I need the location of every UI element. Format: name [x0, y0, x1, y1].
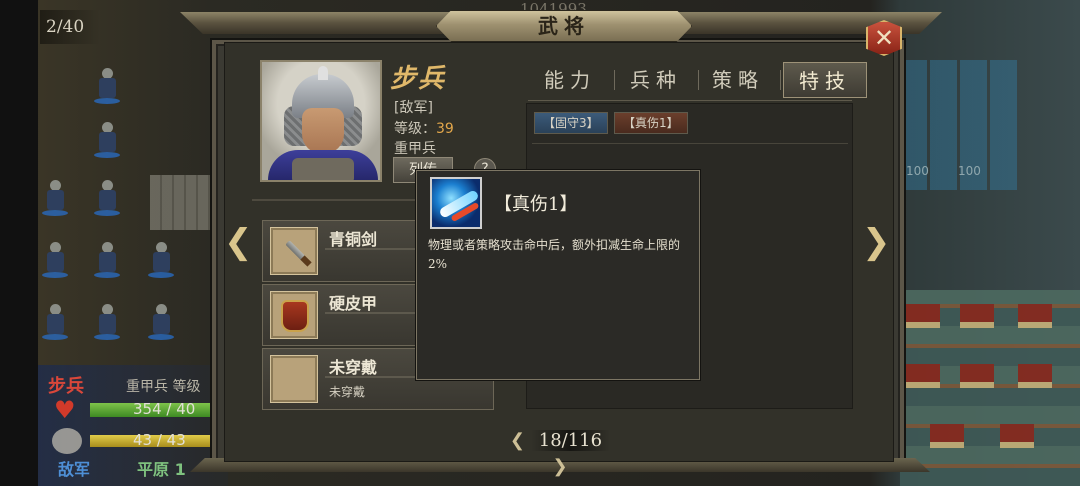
soldier-unit[interactable]: [94, 180, 120, 220]
equipment-icon-frame: [270, 227, 318, 275]
general-level: 等级：39: [394, 118, 454, 138]
skill-chip-defense[interactable]: 【固守3】: [534, 112, 608, 134]
tab-special-skill[interactable]: 特技: [783, 62, 867, 98]
grid-number: 100: [958, 164, 981, 178]
equipment-name: 未穿戴: [329, 358, 378, 377]
soldier-unit[interactable]: [148, 242, 174, 282]
house: [930, 424, 964, 448]
town-buildings: [900, 290, 1080, 486]
soldier-unit[interactable]: [42, 180, 68, 220]
house: [1000, 424, 1034, 448]
tab-underline: [528, 100, 852, 101]
soldier-unit[interactable]: [94, 304, 120, 344]
skill-slash-icon: [430, 177, 482, 229]
tab-bar: 能力 兵种 策略 特技: [528, 62, 868, 98]
close-button[interactable]: ✕: [866, 20, 902, 56]
house: [906, 364, 940, 388]
unit-name: 步兵: [48, 376, 84, 397]
tooltip-title: 【真伤1】: [494, 194, 578, 215]
house: [960, 364, 994, 388]
tab-strategy[interactable]: 策略: [698, 62, 778, 98]
armor-icon: [281, 300, 309, 332]
pager-text: 18/116: [530, 430, 611, 451]
mp-text: 43 / 43: [133, 431, 186, 449]
skill-divider: [532, 143, 848, 144]
unit-faction: 敌军: [58, 460, 91, 479]
general-name: 步兵: [390, 64, 447, 94]
unit-info: 重甲兵 等级: [126, 379, 201, 395]
heart-icon: ♥: [54, 396, 76, 424]
soldier-unit[interactable]: [94, 122, 120, 162]
equipment-sub: 未穿戴: [329, 385, 366, 399]
house: [906, 304, 940, 328]
tab-ability[interactable]: 能力: [530, 62, 610, 98]
city-wall: [150, 175, 210, 230]
dialog-title: 武将: [538, 14, 590, 38]
tooltip-description: 物理或者策略攻击命中后，额外扣减生命上限的2%: [428, 238, 681, 271]
house: [1018, 304, 1052, 328]
empty-slot-icon: [270, 355, 318, 403]
skill-chip-true-damage[interactable]: 【真伤1】: [614, 112, 688, 134]
general-portrait: [260, 60, 382, 182]
prev-general-arrow-icon[interactable]: ❮: [224, 222, 253, 262]
unit-terrain: 平原 1: [137, 460, 186, 479]
hp-text: 354 / 40: [133, 400, 196, 418]
pager-prev-icon[interactable]: ❮: [510, 430, 525, 451]
soldier-unit[interactable]: [42, 242, 68, 282]
left-edge: [0, 0, 38, 486]
soldier-unit[interactable]: [148, 304, 174, 344]
soldier-unit[interactable]: [42, 304, 68, 344]
general-unit-type: 重甲兵: [394, 141, 436, 157]
next-general-arrow-icon[interactable]: ❯: [862, 222, 891, 262]
level-label: 等级：: [394, 121, 436, 137]
wing-icon: [52, 428, 82, 454]
house: [960, 304, 994, 328]
tab-separator: [780, 70, 781, 90]
close-x-icon: ✕: [873, 24, 895, 52]
equipment-name: 青铜剑: [329, 230, 378, 249]
tab-troop-type[interactable]: 兵种: [616, 62, 696, 98]
game-screen: 2/40 1041993 100 100 步兵 重甲兵 等级 ♥ 354 / 4…: [0, 0, 1080, 486]
soldier-unit[interactable]: [94, 242, 120, 282]
pager-next-icon[interactable]: ❯: [552, 456, 567, 477]
wave-counter: 2/40: [40, 10, 100, 44]
equipment-name: 硬皮甲: [329, 294, 378, 313]
house: [1018, 364, 1052, 388]
pager: ❮ 18/116 ❯: [500, 428, 620, 477]
tab-separator: [614, 70, 615, 90]
level-value: 39: [436, 121, 454, 137]
equipment-icon-frame: [270, 291, 318, 339]
soldier-unit[interactable]: [94, 68, 120, 108]
grid-number: 100: [906, 164, 929, 178]
general-faction: [敌军]: [394, 100, 433, 116]
